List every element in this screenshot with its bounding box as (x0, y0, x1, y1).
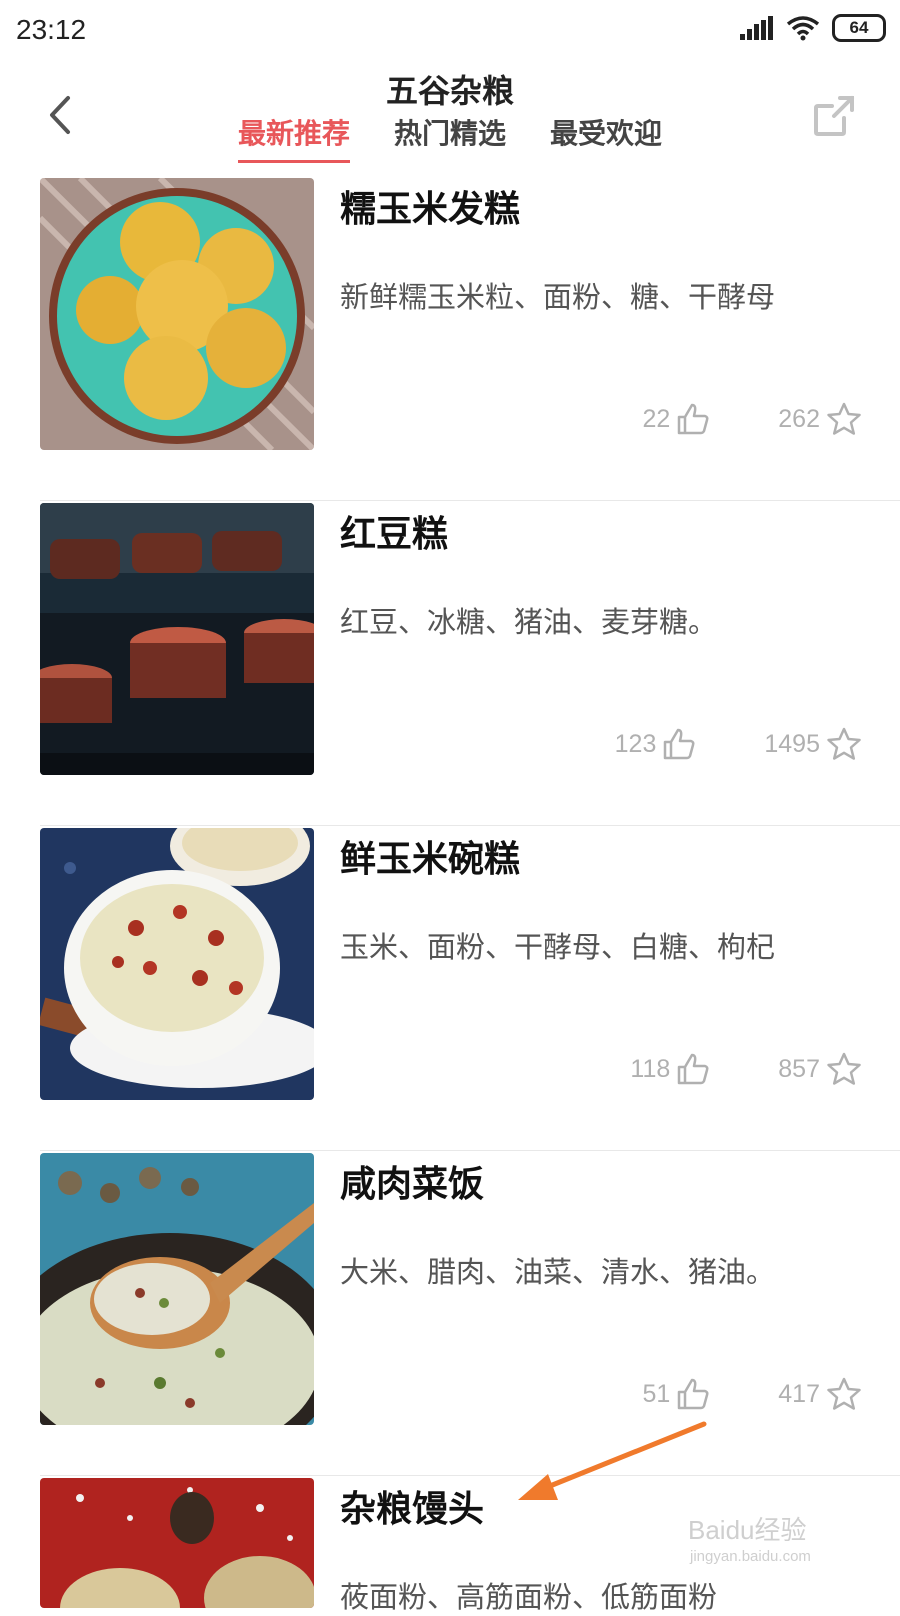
status-bar: 23:12 64 (0, 0, 900, 62)
like-count: 118 (630, 1054, 671, 1083)
status-time: 23:12 (16, 14, 87, 45)
recipe-name[interactable]: 鲜玉米碗糕 (340, 830, 520, 882)
recipe-stats: 51 417 (642, 1377, 862, 1411)
thumbs-up-icon (678, 1053, 709, 1085)
recipe-photo-salted-pork-rice[interactable] (40, 1153, 314, 1425)
wifi-icon (786, 16, 820, 41)
recipe-item[interactable]: 糯玉米发糕 新鲜糯玉米粒、面粉、糖、干酵母 22 262 (0, 176, 900, 501)
favorite-count: 857 (778, 1054, 820, 1083)
recipe-photo-red-bean-cake[interactable] (40, 503, 314, 775)
thumbs-up-icon (664, 728, 695, 760)
recipe-photo-corn-cake[interactable] (40, 178, 314, 450)
star-icon (827, 727, 861, 760)
star-icon (827, 402, 861, 435)
recipe-ingredients: 玉米、面粉、干酵母、白糖、枸杞 (340, 930, 776, 964)
like-button[interactable]: 51 (642, 1377, 710, 1411)
battery-level: 64 (849, 18, 869, 37)
like-button[interactable]: 22 (642, 402, 710, 436)
recipe-photo-corn-bowl-cake[interactable] (40, 828, 314, 1100)
like-count: 22 (642, 404, 671, 433)
recipe-name[interactable]: 杂粮馒头 (340, 1480, 484, 1532)
recipe-name[interactable]: 咸肉菜饭 (340, 1155, 484, 1207)
favorite-button[interactable]: 417 (778, 1377, 862, 1411)
thumbs-up-icon (678, 1378, 709, 1410)
favorite-button[interactable]: 857 (778, 1052, 862, 1086)
recipe-name[interactable]: 糯玉米发糕 (340, 180, 520, 232)
tab-popular[interactable]: 最受欢迎 (550, 112, 662, 163)
tab-hot[interactable]: 热门精选 (394, 112, 506, 163)
recipe-item[interactable]: 红豆糕 红豆、冰糖、猪油、麦芽糖。 123 1495 (0, 501, 900, 826)
watermark: Baidu经验 (688, 1515, 807, 1545)
recipe-ingredients: 新鲜糯玉米粒、面粉、糖、干酵母 (340, 280, 776, 314)
recipe-name[interactable]: 红豆糕 (340, 505, 448, 557)
recipe-stats: 22 262 (642, 402, 862, 436)
like-count: 123 (614, 729, 657, 758)
header: 五谷杂粮 最新推荐 热门精选 最受欢迎 (0, 62, 900, 163)
battery-indicator: 64 (832, 14, 886, 42)
favorite-count: 1495 (764, 729, 820, 758)
signal-icon (740, 16, 773, 40)
thumbs-up-icon (678, 403, 709, 435)
favorite-count: 417 (778, 1379, 820, 1408)
favorite-button[interactable]: 1495 (764, 727, 862, 761)
favorite-button[interactable]: 262 (778, 402, 862, 436)
tab-latest[interactable]: 最新推荐 (237, 112, 350, 163)
share-icon[interactable] (810, 92, 858, 140)
status-icons: 64 (740, 14, 886, 42)
star-icon (827, 1052, 861, 1085)
like-button[interactable]: 123 (615, 727, 697, 761)
like-button[interactable]: 118 (630, 1052, 710, 1086)
recipe-ingredients: 大米、腊肉、油菜、清水、猪油。 (340, 1255, 776, 1289)
recipe-list: 糯玉米发糕 新鲜糯玉米粒、面粉、糖、干酵母 22 262 红豆糕 红豆、冰糖、猪… (0, 176, 900, 1614)
page-title: 五谷杂粮 (385, 72, 514, 110)
annotation-arrow-icon (518, 1421, 707, 1500)
recipe-ingredients: 红豆、冰糖、猪油、麦芽糖。 (340, 605, 718, 639)
tab-bar: 最新推荐 热门精选 最受欢迎 (0, 112, 900, 163)
recipe-item[interactable]: 咸肉菜饭 大米、腊肉、油菜、清水、猪油。 51 417 (0, 1151, 900, 1476)
watermark-url: jingyan.baidu.com (690, 1548, 811, 1565)
recipe-ingredients: 莜面粉、高筋面粉、低筋面粉 (340, 1580, 718, 1614)
like-count: 51 (642, 1379, 671, 1408)
recipe-photo-multigrain-buns[interactable] (40, 1478, 314, 1608)
recipe-item[interactable]: 鲜玉米碗糕 玉米、面粉、干酵母、白糖、枸杞 118 857 (0, 826, 900, 1151)
star-icon (827, 1377, 861, 1410)
recipe-stats: 118 857 (630, 1052, 862, 1086)
favorite-count: 262 (778, 404, 820, 433)
recipe-stats: 123 1495 (615, 727, 862, 761)
